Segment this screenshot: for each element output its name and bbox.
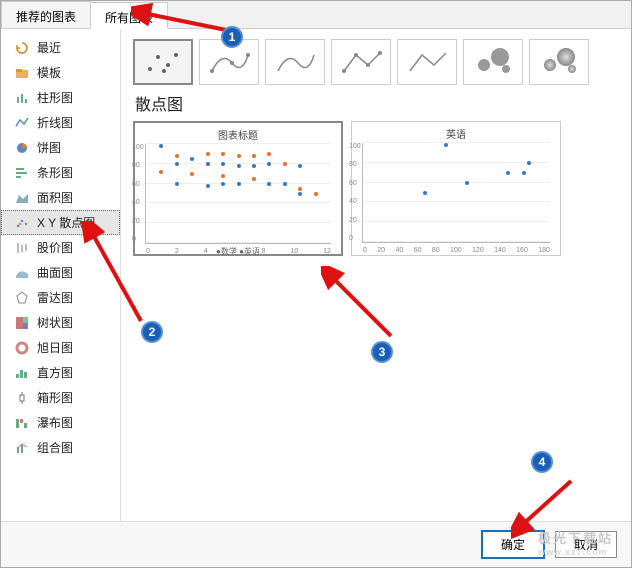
boxplot-icon — [15, 391, 29, 405]
sidebar-item-label: X Y 散点图 — [37, 214, 95, 231]
subtype-scatter-straight-markers[interactable] — [331, 39, 391, 85]
column-chart-icon — [15, 91, 29, 105]
sidebar-item-bar[interactable]: 条形图 — [1, 160, 120, 185]
sidebar-item-label: 直方图 — [37, 364, 73, 381]
recent-icon — [15, 41, 29, 55]
sidebar-item-area[interactable]: 面积图 — [1, 185, 120, 210]
preview-b-title: 英语 — [356, 126, 556, 141]
sidebar-item-label: 最近 — [37, 39, 61, 56]
sidebar-item-label: 雷达图 — [37, 289, 73, 306]
chart-b-xticks: 020406080100120140160180 — [363, 247, 550, 254]
line-chart-icon — [15, 116, 29, 130]
tab-all-charts[interactable]: 所有图表 — [90, 2, 168, 29]
chart-a-xticks: 024681012 — [146, 248, 331, 255]
sidebar-item-treemap[interactable]: 树状图 — [1, 310, 120, 335]
sidebar-item-histogram[interactable]: 直方图 — [1, 360, 120, 385]
sidebar-item-label: 面积图 — [37, 189, 73, 206]
sidebar-item-label: 组合图 — [37, 439, 73, 456]
sunburst-icon — [15, 341, 29, 355]
subtype-scatter-markers[interactable] — [133, 39, 193, 85]
sidebar-item-label: 瀑布图 — [37, 414, 73, 431]
sidebar-item-stock[interactable]: 股价图 — [1, 235, 120, 260]
treemap-icon — [15, 316, 29, 330]
chart-b-area: 020406080100 020406080100120140160180 — [362, 143, 550, 243]
sidebar-item-sunburst[interactable]: 旭日图 — [1, 335, 120, 360]
sidebar-item-label: 折线图 — [37, 114, 73, 131]
preview-a-title: 图表标题 — [139, 127, 337, 142]
sidebar-item-recent[interactable]: 最近 — [1, 35, 120, 60]
section-title: 散点图 — [135, 91, 617, 115]
preview-scatter-single[interactable]: 英语 020406080100 020406080100120140160180 — [351, 121, 561, 256]
sidebar-item-line[interactable]: 折线图 — [1, 110, 120, 135]
chart-type-sidebar: 最近 模板 柱形图 折线图 饼图 条形图 面积图 X Y 散点图 股价图 曲面图… — [1, 29, 121, 521]
main-panel: 散点图 图表标题 020406080100 024681012 ●数学 ●英语 … — [121, 29, 631, 521]
pie-chart-icon — [15, 141, 29, 155]
sidebar-item-label: 箱形图 — [37, 389, 73, 406]
subtype-scatter-straight[interactable] — [397, 39, 457, 85]
preview-scatter-combined[interactable]: 图表标题 020406080100 024681012 ●数学 ●英语 — [133, 121, 343, 256]
sidebar-item-label: 模板 — [37, 64, 61, 81]
radar-chart-icon — [15, 291, 29, 305]
sidebar-item-label: 股价图 — [37, 239, 73, 256]
subtype-bubble-3d[interactable] — [529, 39, 589, 85]
histogram-icon — [15, 366, 29, 380]
chart-previews: 图表标题 020406080100 024681012 ●数学 ●英语 英语 0… — [133, 121, 619, 256]
sidebar-item-label: 曲面图 — [37, 264, 73, 281]
sidebar-item-label: 饼图 — [37, 139, 61, 156]
sidebar-item-pie[interactable]: 饼图 — [1, 135, 120, 160]
cancel-button[interactable]: 取消 — [555, 531, 617, 558]
sidebar-item-label: 树状图 — [37, 314, 73, 331]
bar-chart-icon — [15, 166, 29, 180]
surface-chart-icon — [15, 266, 29, 280]
waterfall-icon — [15, 416, 29, 430]
combo-chart-icon — [15, 441, 29, 455]
subtype-bubble[interactable] — [463, 39, 523, 85]
sidebar-item-label: 条形图 — [37, 164, 73, 181]
subtype-scatter-smooth[interactable] — [265, 39, 325, 85]
sidebar-item-label: 旭日图 — [37, 339, 73, 356]
chart-a-area: 020406080100 024681012 — [145, 144, 331, 244]
folder-icon — [15, 66, 29, 80]
sidebar-item-box[interactable]: 箱形图 — [1, 385, 120, 410]
sidebar-item-label: 柱形图 — [37, 89, 73, 106]
subtype-scatter-smooth-markers[interactable] — [199, 39, 259, 85]
content-area: 最近 模板 柱形图 折线图 饼图 条形图 面积图 X Y 散点图 股价图 曲面图… — [1, 29, 631, 521]
scatter-subtype-row — [133, 39, 619, 85]
area-chart-icon — [15, 191, 29, 205]
sidebar-item-surface[interactable]: 曲面图 — [1, 260, 120, 285]
insert-chart-dialog: 推荐的图表 所有图表 最近 模板 柱形图 折线图 饼图 条形图 面积图 X Y … — [0, 0, 632, 568]
sidebar-item-scatter[interactable]: X Y 散点图 — [1, 210, 120, 235]
sidebar-item-templates[interactable]: 模板 — [1, 60, 120, 85]
chart-a-yticks: 020406080100 — [132, 144, 144, 243]
dialog-footer: 确定 取消 — [1, 521, 631, 567]
scatter-chart-icon — [15, 216, 29, 230]
sidebar-item-waterfall[interactable]: 瀑布图 — [1, 410, 120, 435]
ok-button[interactable]: 确定 — [481, 530, 545, 559]
tab-bar: 推荐的图表 所有图表 — [1, 1, 631, 29]
sidebar-item-combo[interactable]: 组合图 — [1, 435, 120, 460]
stock-chart-icon — [15, 241, 29, 255]
sidebar-item-column[interactable]: 柱形图 — [1, 85, 120, 110]
tab-recommended[interactable]: 推荐的图表 — [1, 1, 91, 28]
sidebar-item-radar[interactable]: 雷达图 — [1, 285, 120, 310]
chart-b-yticks: 020406080100 — [349, 143, 361, 242]
